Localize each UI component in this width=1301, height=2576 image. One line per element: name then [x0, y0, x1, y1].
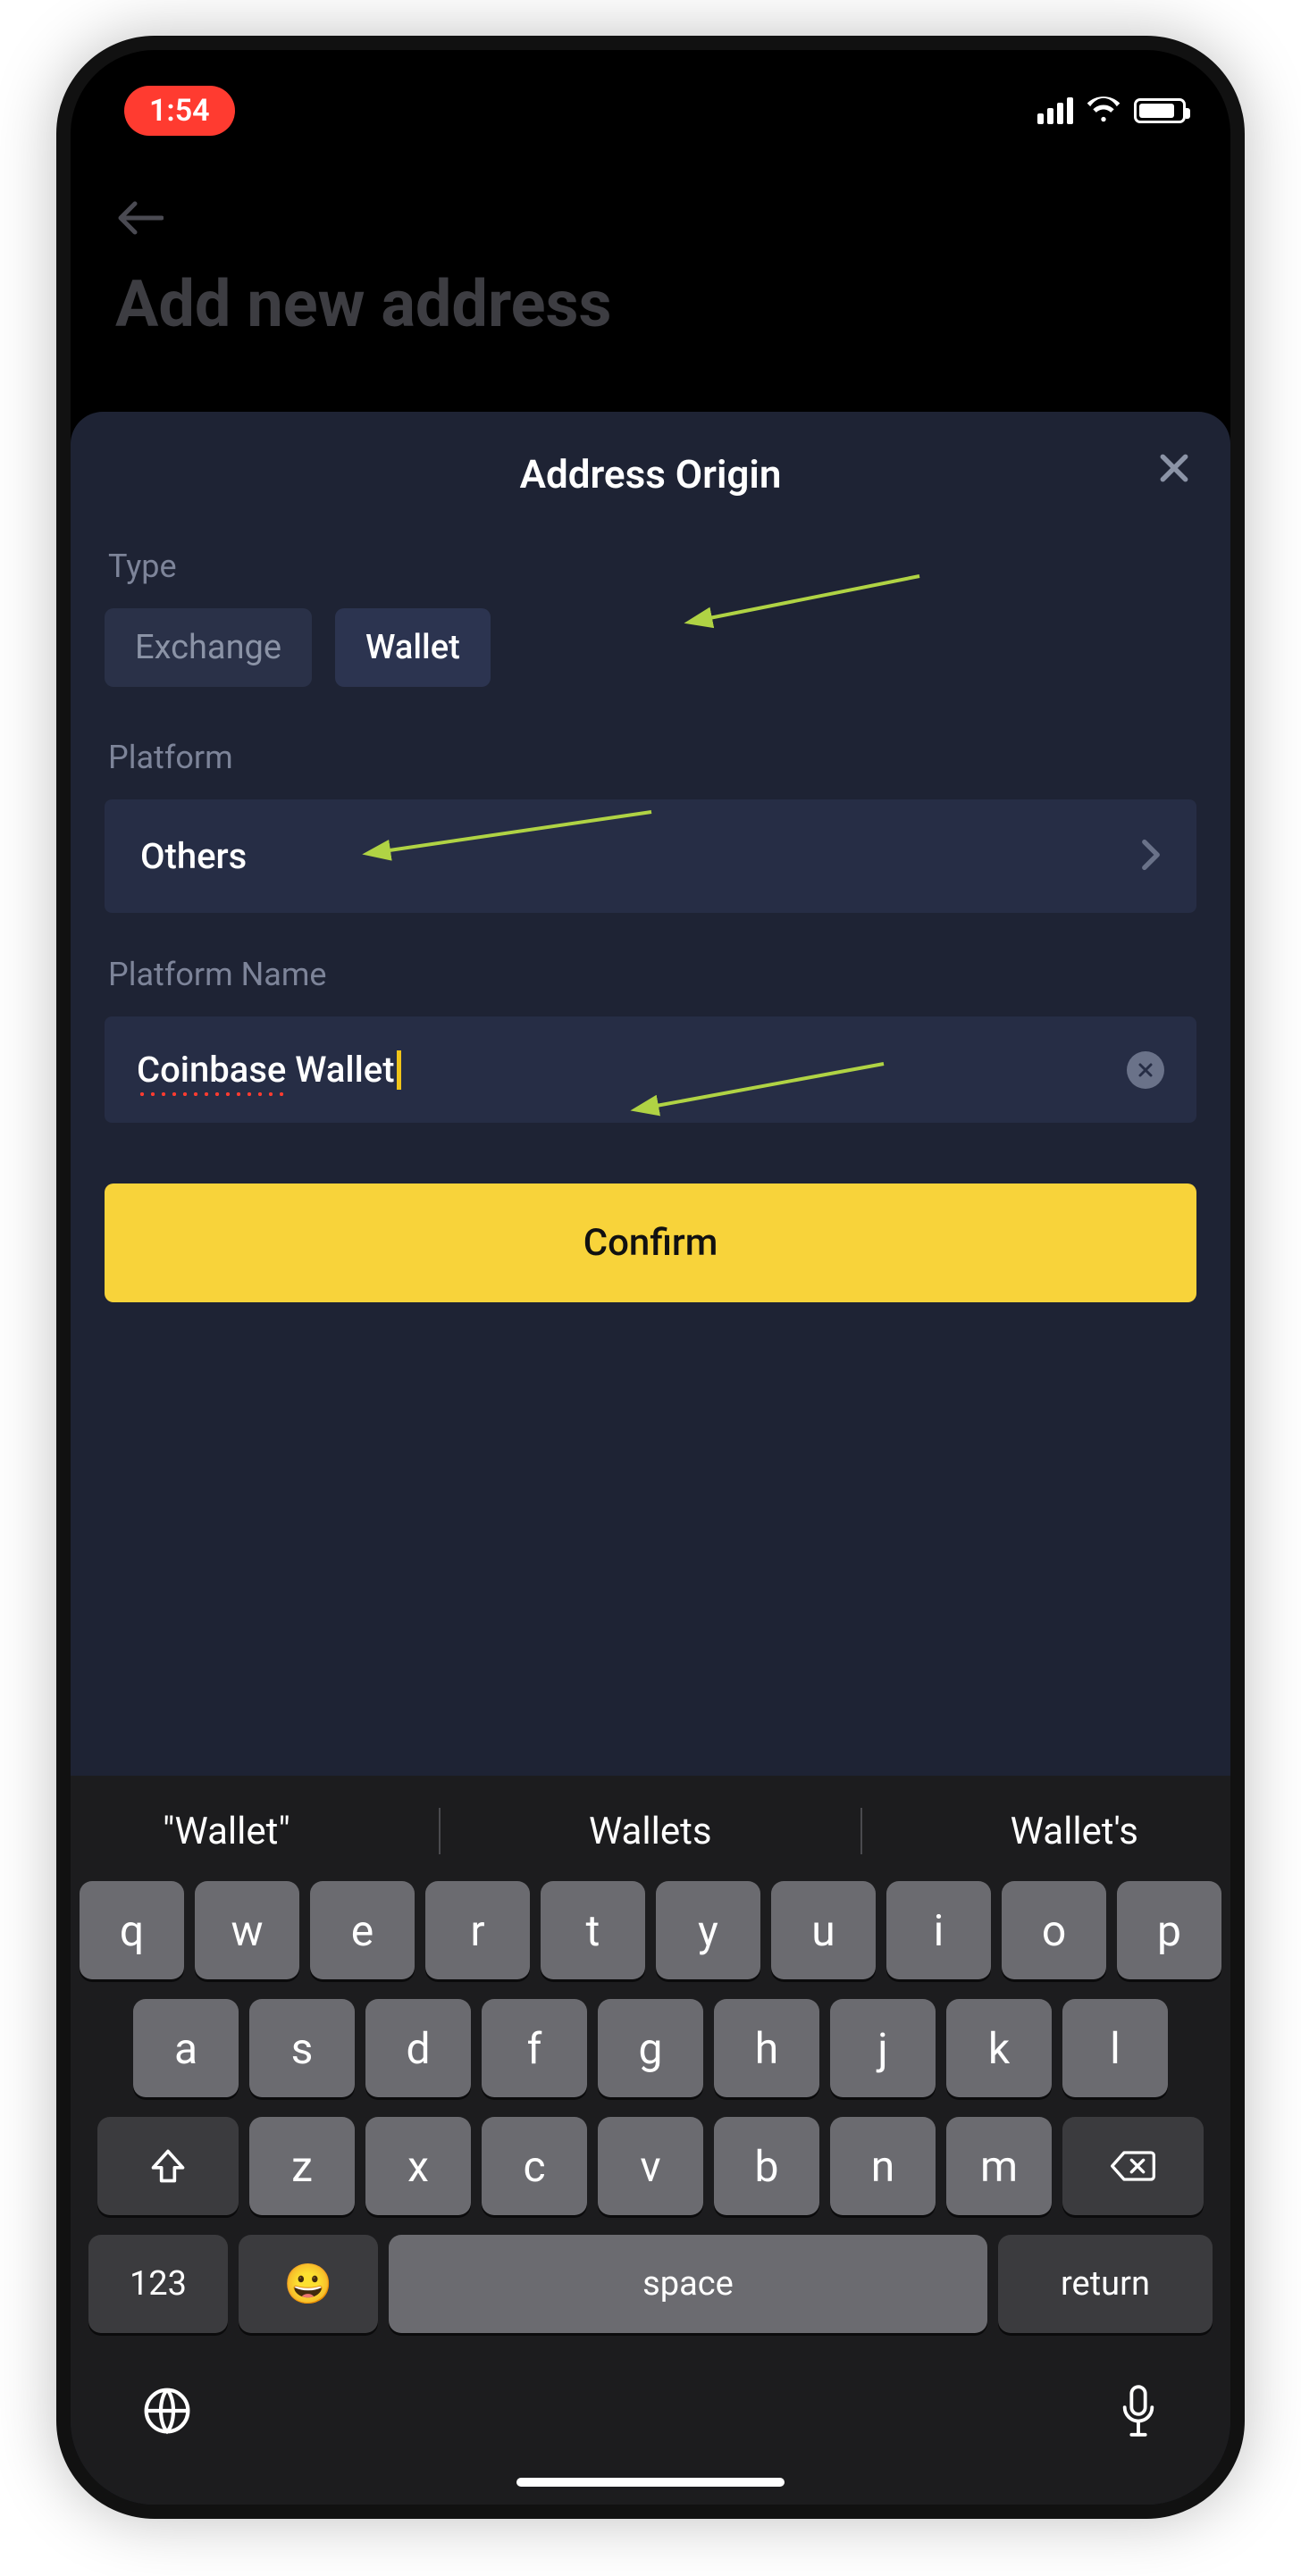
close-icon[interactable] [1157, 451, 1191, 491]
key-s[interactable]: s [249, 1999, 355, 2097]
platform-label: Platform [108, 739, 1196, 776]
platform-name-value: Coinbase Wallet [137, 1049, 395, 1091]
key-k[interactable]: k [946, 1999, 1052, 2097]
platform-name-input[interactable]: Coinbase Wallet [105, 1016, 1196, 1123]
sheet-title: Address Origin [520, 451, 782, 498]
text-caret-icon [397, 1050, 401, 1090]
back-arrow-icon[interactable] [115, 200, 1186, 239]
key-return[interactable]: return [998, 2235, 1213, 2333]
emoji-icon: 😀 [284, 2261, 333, 2307]
key-o[interactable]: o [1002, 1881, 1106, 1979]
signal-icon [1037, 97, 1073, 124]
key-x[interactable]: x [365, 2117, 471, 2215]
key-z[interactable]: z [249, 2117, 355, 2215]
key-c[interactable]: c [482, 2117, 587, 2215]
wifi-icon [1086, 96, 1121, 126]
key-emoji[interactable]: 😀 [239, 2235, 378, 2333]
address-origin-sheet: Address Origin Type Exchange Wallet Plat… [71, 412, 1230, 2505]
key-a[interactable]: a [133, 1999, 239, 2097]
key-u[interactable]: u [771, 1881, 876, 1979]
key-y[interactable]: y [656, 1881, 760, 1979]
key-row-3: z x c v b n m [80, 2117, 1221, 2215]
globe-icon[interactable] [142, 2386, 192, 2439]
key-numbers[interactable]: 123 [88, 2235, 228, 2333]
key-backspace[interactable] [1062, 2117, 1204, 2215]
key-g[interactable]: g [598, 1999, 703, 2097]
key-row-2: a s d f g h j k l [80, 1999, 1221, 2097]
keyboard-suggestions: "Wallet" Wallets Wallet's [71, 1788, 1230, 1881]
battery-icon [1134, 98, 1186, 123]
key-p[interactable]: p [1117, 1881, 1221, 1979]
key-r[interactable]: r [425, 1881, 530, 1979]
suggestion[interactable]: Wallet's [1011, 1810, 1138, 1853]
clear-input-icon[interactable] [1127, 1051, 1164, 1089]
key-l[interactable]: l [1062, 1999, 1168, 2097]
type-chip-wallet[interactable]: Wallet [335, 608, 491, 687]
key-f[interactable]: f [482, 1999, 587, 2097]
phone-frame: 1:54 Add new address Address Origin Type… [56, 36, 1245, 2519]
key-m[interactable]: m [946, 2117, 1052, 2215]
key-n[interactable]: n [830, 2117, 936, 2215]
suggestion[interactable]: "Wallet" [163, 1810, 290, 1853]
type-label: Type [108, 548, 1196, 585]
back-row [71, 155, 1230, 248]
platform-select[interactable]: Others [105, 799, 1196, 913]
key-v[interactable]: v [598, 2117, 703, 2215]
key-i[interactable]: i [886, 1881, 991, 1979]
backspace-icon [1111, 2149, 1155, 2183]
chevron-right-icon [1141, 839, 1161, 874]
confirm-button[interactable]: Confirm [105, 1183, 1196, 1302]
mic-icon[interactable] [1118, 2383, 1159, 2442]
shift-icon [148, 2146, 188, 2186]
divider [439, 1808, 441, 1854]
status-icons [1037, 96, 1186, 126]
type-chip-exchange[interactable]: Exchange [105, 608, 312, 687]
home-indicator[interactable] [516, 2478, 785, 2487]
spellcheck-underline-icon [137, 1092, 289, 1096]
platform-value: Others [140, 835, 247, 877]
suggestion[interactable]: Wallets [589, 1810, 712, 1853]
key-j[interactable]: j [830, 1999, 936, 2097]
status-time: 1:54 [124, 86, 235, 136]
type-chip-row: Exchange Wallet [105, 608, 1196, 687]
platform-name-label: Platform Name [108, 956, 1196, 993]
page-title: Add new address [71, 248, 1230, 342]
key-d[interactable]: d [365, 1999, 471, 2097]
key-row-1: q w e r t y u i o p [80, 1881, 1221, 1979]
key-h[interactable]: h [714, 1999, 819, 2097]
key-e[interactable]: e [310, 1881, 415, 1979]
keyboard: "Wallet" Wallets Wallet's q w e r t y u … [71, 1776, 1230, 2505]
key-t[interactable]: t [541, 1881, 645, 1979]
key-w[interactable]: w [195, 1881, 299, 1979]
key-b[interactable]: b [714, 2117, 819, 2215]
sheet-header: Address Origin [71, 412, 1230, 515]
divider [860, 1808, 862, 1854]
status-bar: 1:54 [71, 66, 1230, 155]
key-shift[interactable] [97, 2117, 239, 2215]
key-space[interactable]: space [389, 2235, 987, 2333]
keyboard-footer [71, 2347, 1230, 2478]
key-row-4: 123 😀 space return [80, 2235, 1221, 2333]
key-q[interactable]: q [80, 1881, 184, 1979]
